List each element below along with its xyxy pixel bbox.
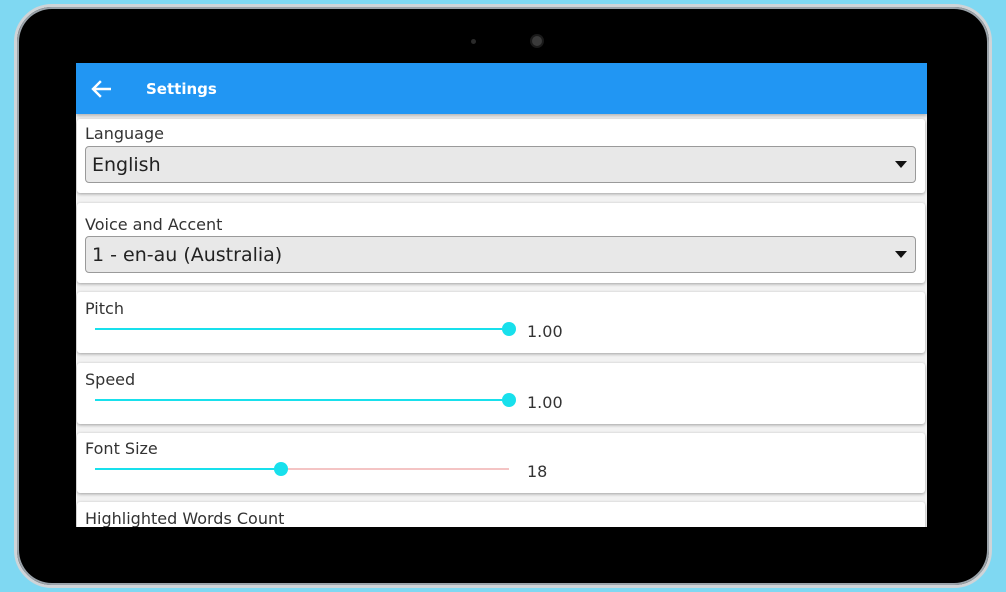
voice-select[interactable]: 1 - en-au (Australia) <box>85 236 916 273</box>
app-bar: Settings <box>76 63 927 114</box>
pitch-label: Pitch <box>85 299 124 318</box>
language-value: English <box>92 153 161 176</box>
pitch-slider[interactable] <box>95 319 516 339</box>
slider-thumb[interactable] <box>502 393 516 407</box>
slider-thumb[interactable] <box>274 462 289 476</box>
voice-value: 1 - en-au (Australia) <box>92 243 283 266</box>
highlighted-words-label: Highlighted Words Count <box>85 509 285 527</box>
slider-fill <box>95 399 509 401</box>
dropdown-caret-icon <box>895 251 907 258</box>
app-screen: Settings Language English Voice and Acce… <box>76 63 927 527</box>
speed-label: Speed <box>85 370 136 389</box>
font-size-slider[interactable] <box>95 459 509 479</box>
speed-slider[interactable] <box>95 390 516 410</box>
camera-icon <box>532 36 542 46</box>
language-card: Language English <box>77 119 925 193</box>
font-size-card: Font Size 18 <box>77 433 925 493</box>
language-select[interactable]: English <box>85 146 916 183</box>
slider-thumb[interactable] <box>502 322 516 336</box>
pitch-value: 1.00 <box>527 322 563 341</box>
slider-fill <box>95 468 282 470</box>
voice-label: Voice and Accent <box>85 215 223 234</box>
voice-card: Voice and Accent 1 - en-au (Australia) <box>77 203 925 283</box>
sensor-dot <box>471 39 476 44</box>
slider-fill <box>95 328 509 330</box>
language-label: Language <box>85 124 164 143</box>
speed-value: 1.00 <box>527 393 563 412</box>
dropdown-caret-icon <box>895 161 907 168</box>
back-arrow-icon[interactable] <box>76 63 127 114</box>
pitch-card: Pitch 1.00 <box>77 292 925 353</box>
speed-card: Speed 1.00 <box>77 363 925 424</box>
font-size-value: 18 <box>527 462 548 481</box>
highlighted-words-card: Highlighted Words Count <box>77 502 925 527</box>
page-title: Settings <box>146 79 217 98</box>
font-size-label: Font Size <box>85 439 158 458</box>
